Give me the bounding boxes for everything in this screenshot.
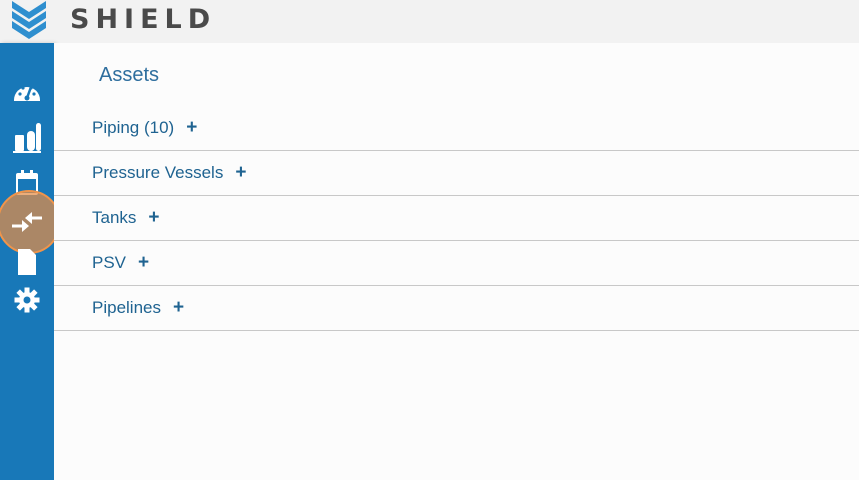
shield-logo-icon	[12, 1, 46, 39]
add-piping-button[interactable]: +	[186, 117, 197, 138]
facility-icon	[13, 123, 41, 153]
add-psv-button[interactable]: +	[138, 252, 149, 273]
nav-settings[interactable]	[0, 282, 54, 318]
add-tanks-button[interactable]: +	[148, 207, 159, 228]
nav-documents[interactable]	[0, 244, 54, 280]
asset-row-pressure-vessels: Pressure Vessels +	[54, 151, 859, 196]
add-pipelines-button[interactable]: +	[173, 297, 184, 318]
asset-row-psv: PSV +	[54, 241, 859, 286]
transfer-arrows-icon	[12, 212, 42, 232]
asset-row-tanks: Tanks +	[54, 196, 859, 241]
asset-row-pipelines: Pipelines +	[54, 286, 859, 331]
settings-gear-icon	[14, 287, 40, 313]
asset-label-psv[interactable]: PSV	[92, 253, 126, 272]
top-bar: SHIELD	[0, 0, 859, 43]
sidebar	[0, 43, 61, 480]
brand-name: SHIELD	[70, 4, 217, 35]
asset-label-tanks[interactable]: Tanks	[92, 208, 136, 227]
calendar-icon	[16, 170, 38, 195]
document-icon	[18, 249, 36, 275]
asset-row-piping: Piping (10) +	[54, 106, 859, 151]
nav-transfer[interactable]	[0, 204, 54, 240]
asset-label-pipelines[interactable]: Pipelines	[92, 298, 161, 317]
nav-dashboard[interactable]	[0, 73, 54, 109]
main-content: Assets Piping (10) + Pressure Vessels + Ta…	[54, 43, 859, 480]
page-title: Assets	[99, 64, 160, 86]
asset-label-piping[interactable]: Piping (10)	[92, 118, 174, 137]
nav-calendar[interactable]	[0, 165, 54, 201]
asset-label-pressure-vessels[interactable]: Pressure Vessels	[92, 163, 223, 182]
nav-facilities[interactable]	[0, 119, 54, 155]
dashboard-gauge-icon	[14, 86, 40, 101]
add-pressure-vessels-button[interactable]: +	[235, 162, 246, 183]
